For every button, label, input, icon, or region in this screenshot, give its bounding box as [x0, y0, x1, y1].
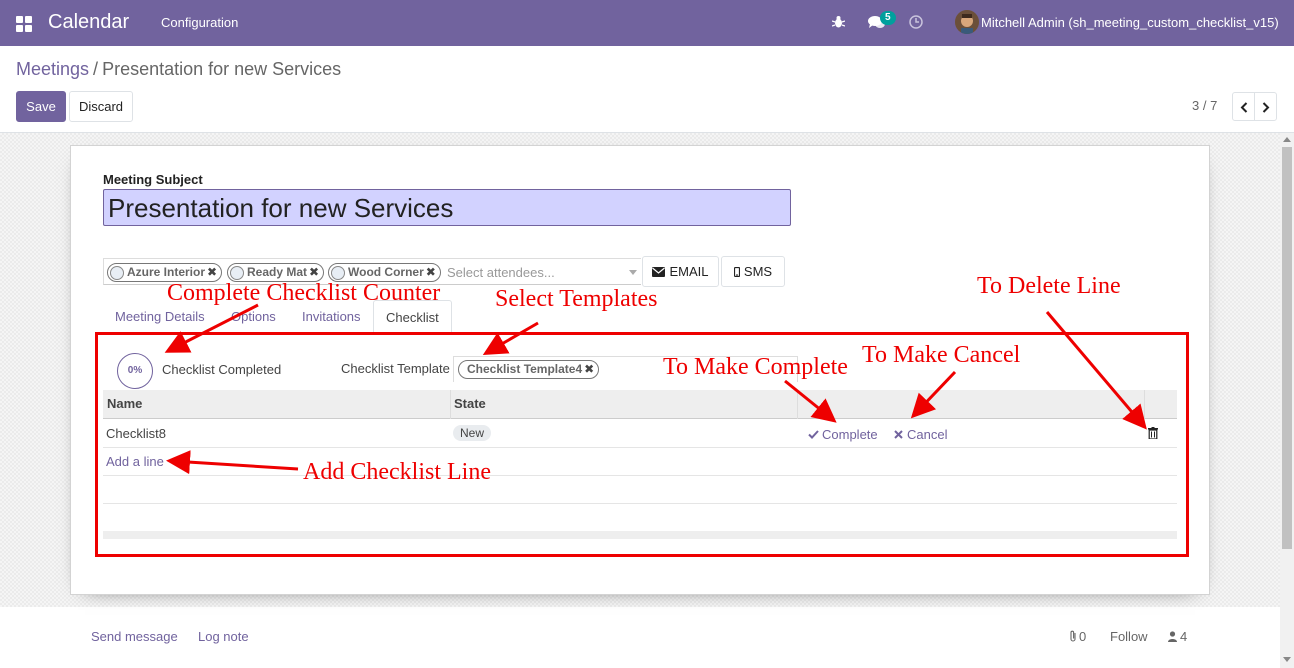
sms-button[interactable]: SMS: [721, 256, 785, 287]
user-icon: [1168, 631, 1177, 642]
annotation-add-line: Add Checklist Line: [303, 459, 491, 485]
activity-clock-icon[interactable]: [909, 15, 923, 29]
breadcrumb-separator: /: [93, 59, 99, 79]
attendee-avatar-icon: [110, 266, 124, 280]
chevron-left-icon: [1240, 102, 1248, 113]
follow-button[interactable]: Follow: [1110, 629, 1148, 644]
scrollbar-thumb[interactable]: [1282, 147, 1292, 549]
chevron-right-icon: [1262, 102, 1270, 113]
app-title[interactable]: Calendar: [48, 11, 129, 34]
attendee-name: Ready Mat: [247, 265, 308, 279]
pager-value[interactable]: 3 / 7: [1192, 98, 1217, 113]
breadcrumb-parent[interactable]: Meetings: [16, 59, 89, 79]
sms-button-label: SMS: [743, 264, 773, 279]
followers-count: 4: [1180, 629, 1188, 644]
remove-tag-icon[interactable]: ✖: [426, 264, 436, 281]
user-menu[interactable]: Mitchell Admin (sh_meeting_custom_checkl…: [981, 15, 1279, 30]
annotation-counter: Complete Checklist Counter: [167, 280, 441, 306]
annotation-templates: Select Templates: [495, 286, 658, 312]
meeting-subject-label: Meeting Subject: [103, 172, 203, 187]
annotation-make-complete: To Make Complete: [663, 354, 848, 380]
email-button[interactable]: EMAIL: [642, 256, 719, 287]
annotation-delete: To Delete Line: [977, 273, 1121, 299]
dropdown-caret-icon[interactable]: [629, 270, 637, 275]
attachments-count: 0: [1079, 629, 1087, 644]
user-avatar[interactable]: [955, 10, 979, 34]
bug-icon[interactable]: [832, 15, 845, 29]
apps-menu-icon[interactable]: [16, 16, 32, 32]
scroll-up-arrow-icon[interactable]: [1283, 137, 1291, 142]
annotation-make-cancel: To Make Cancel: [862, 342, 1021, 368]
checklist-highlight-frame: [95, 332, 1189, 557]
attachments-button[interactable]: 0: [1069, 629, 1086, 644]
nav-menu-configuration[interactable]: Configuration: [161, 15, 238, 30]
followers-button[interactable]: 4: [1168, 629, 1187, 644]
pager-next-button[interactable]: [1254, 92, 1277, 121]
breadcrumb: Meetings / Presentation for new Services: [16, 59, 341, 80]
meeting-subject-input[interactable]: Presentation for new Services: [103, 189, 791, 226]
remove-tag-icon[interactable]: ✖: [207, 264, 217, 281]
discard-button[interactable]: Discard: [69, 91, 133, 122]
paperclip-icon: [1070, 630, 1076, 642]
attendee-name: Azure Interior: [127, 265, 206, 279]
save-button[interactable]: Save: [16, 91, 66, 122]
attendee-avatar-icon: [230, 266, 244, 280]
envelope-icon: [652, 267, 666, 277]
top-navbar: Calendar Configuration 5 Mitchell Admin …: [0, 0, 1294, 46]
remove-tag-icon[interactable]: ✖: [309, 264, 319, 281]
attendees-input[interactable]: Select attendees...: [447, 265, 555, 280]
send-message-button[interactable]: Send message: [91, 629, 178, 644]
scroll-down-arrow-icon[interactable]: [1283, 657, 1291, 662]
pager-previous-button[interactable]: [1232, 92, 1255, 121]
email-button-label: EMAIL: [669, 264, 709, 279]
attendee-avatar-icon: [331, 266, 345, 280]
mobile-phone-icon: [733, 266, 741, 278]
attendee-name: Wood Corner: [348, 265, 424, 279]
breadcrumb-current: Presentation for new Services: [102, 59, 342, 79]
messages-badge: 5: [880, 11, 896, 25]
log-note-button[interactable]: Log note: [198, 629, 249, 644]
